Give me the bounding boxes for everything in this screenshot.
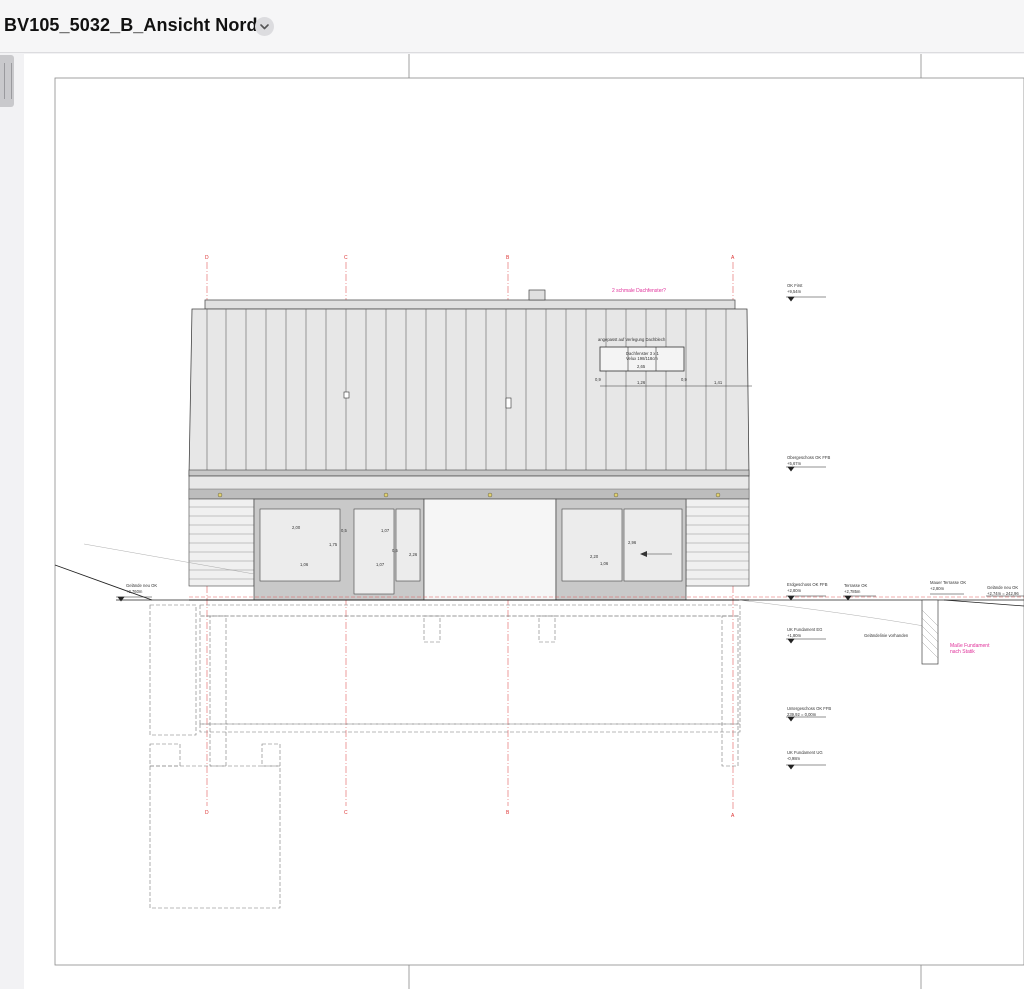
axis-label-top-d: D — [205, 255, 209, 261]
level-gelaende-left-value: +2,760m — [126, 589, 143, 594]
dim-door-x: 0,5 — [392, 548, 398, 553]
level-gelaende-left-label: Gelände neu OK — [126, 583, 157, 588]
basement-outline — [149, 604, 741, 909]
note-skylight-2: Velux 198/118cm — [626, 356, 658, 361]
axis-label-bottom-d: D — [205, 810, 209, 816]
axis-label-top-b: B — [506, 255, 510, 261]
level-eg-value: +2,80m — [787, 588, 802, 593]
level-ug-label: Untergeschoss OK FFB — [787, 706, 831, 711]
level-mauer-label: Mauer Terrasse OK — [930, 580, 966, 585]
dim-skylight-width: 2,65 — [637, 364, 646, 369]
axis-label-bottom-b: B — [506, 810, 510, 816]
level-terrasse-label: Terrasse OK — [844, 583, 867, 588]
drawing-sheet: D C B A D C B A 2 schmale Dachfenster? a… — [24, 54, 1024, 989]
sidebar-toggle-handle[interactable] — [0, 55, 14, 107]
dim-door-top: 1,07 — [381, 528, 390, 533]
note-foundation-2: nach Statik — [950, 649, 975, 655]
dim-door-height: 2,26 — [409, 552, 418, 557]
level-uk-eg-value: +1,80m — [787, 633, 802, 638]
grip-icon — [4, 63, 12, 99]
dim-roof-b: 1,26 — [637, 380, 646, 385]
note-roof-windows: 2 schmale Dachfenster? — [612, 288, 666, 294]
level-og-label: Obergeschoss OK FFB — [787, 455, 830, 460]
level-gelaende-right-value: +2,74m = 242,96 — [987, 591, 1019, 596]
level-mauer-value: +2,80m — [930, 586, 945, 591]
elevation-drawing: D C B A D C B A 2 schmale Dachfenster? a… — [54, 54, 1024, 989]
level-ok-first-label: OK First — [787, 283, 803, 288]
note-roof-adjust: angepasst auf Verlegung Dachblech — [598, 337, 666, 342]
axis-label-top-c: C — [344, 255, 348, 261]
dim-window2-sill: 1,06 — [600, 561, 609, 566]
dim-window2-height: 2,20 — [590, 554, 599, 559]
level-ok-first-value: +9,54m — [787, 289, 802, 294]
dim-window1-sill: 1,06 — [300, 562, 309, 567]
dim-roof-a: 0,9 — [595, 377, 601, 382]
level-uk-ug-label: UK Fundament UG — [787, 750, 823, 755]
dim-window1-height: 1,75 — [329, 542, 338, 547]
dim-window1-width: 2,00 — [292, 525, 301, 530]
dim-door-width: 1,07 — [376, 562, 385, 567]
title-bar: BV105_5032_B_Ansicht Nord — [0, 0, 1024, 53]
dim-window2-width: 2,96 — [628, 540, 637, 545]
ground-floor-facade — [188, 475, 750, 601]
roof-facade — [188, 289, 752, 477]
level-terrasse-value: +2,785m — [844, 589, 861, 594]
dim-door-gap: 0,5 — [341, 528, 347, 533]
level-uk-eg-label: UK Fundament EG — [787, 627, 822, 632]
dim-roof-d: 1,41 — [714, 380, 723, 385]
level-gelaende-right-label: Gelände neu OK — [987, 585, 1018, 590]
level-eg-label: Erdgeschoss OK FFB — [787, 582, 828, 587]
axis-label-bottom-c: C — [344, 810, 348, 816]
level-ug-value: 239,92 = 0,00m — [787, 712, 817, 717]
level-og-value: +5,67m — [787, 461, 802, 466]
dim-roof-c: 0,9 — [681, 377, 687, 382]
axis-label-top-a: A — [731, 255, 735, 261]
chevron-down-icon[interactable] — [255, 17, 274, 36]
document-title[interactable]: BV105_5032_B_Ansicht Nord — [4, 15, 258, 36]
note-terrain-existing: Geländelinie vorhanden — [864, 633, 909, 638]
level-uk-ug-value: -0,98m — [787, 756, 801, 761]
axis-label-bottom-a: A — [731, 813, 735, 819]
